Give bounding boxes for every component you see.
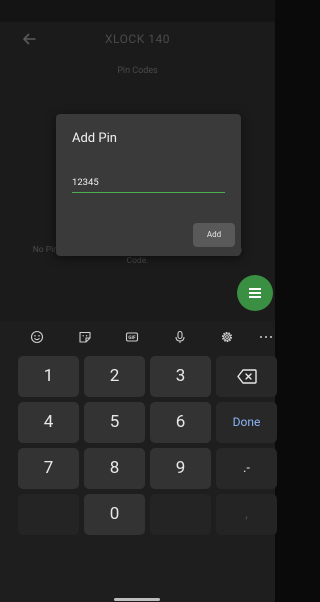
status-bar (0, 0, 275, 22)
empty-state-line: Code. (126, 256, 149, 266)
pin-input[interactable] (72, 172, 225, 193)
add-pin-fab[interactable] (237, 275, 273, 311)
key-9[interactable]: 9 (150, 448, 211, 489)
menu-icon (249, 288, 261, 298)
add-pin-dialog: Add Pin Add (56, 114, 241, 256)
sticker-icon[interactable] (78, 330, 92, 344)
done-key[interactable]: Done (216, 402, 277, 443)
key-1[interactable]: 1 (18, 356, 79, 397)
blank-key (18, 494, 79, 535)
key-6[interactable]: 6 (150, 402, 211, 443)
svg-text:GIF: GIF (128, 335, 136, 340)
emoji-icon[interactable] (30, 330, 44, 344)
minus-key[interactable]: .- (216, 448, 277, 489)
settings-icon[interactable] (220, 330, 234, 344)
comma-key[interactable]: , (216, 494, 277, 535)
backspace-key[interactable] (216, 356, 277, 397)
blank-key (150, 494, 211, 535)
navigation-handle[interactable] (114, 598, 160, 601)
top-bar: XLOCK 140 (0, 22, 275, 58)
numeric-keyboard: GIF 1 2 3 4 5 6 Done 7 8 9 .- 0 , (0, 321, 277, 602)
backspace-icon (237, 369, 257, 384)
app-screen: XLOCK 140 Pin Codes No Pin Codes added y… (0, 0, 275, 321)
key-3[interactable]: 3 (150, 356, 211, 397)
gif-icon[interactable]: GIF (125, 330, 139, 344)
key-4[interactable]: 4 (18, 402, 79, 443)
key-8[interactable]: 8 (84, 448, 145, 489)
key-0[interactable]: 0 (84, 494, 145, 535)
key-2[interactable]: 2 (84, 356, 145, 397)
key-7[interactable]: 7 (18, 448, 79, 489)
page-subtitle: Pin Codes (117, 66, 158, 76)
dialog-title: Add Pin (72, 131, 117, 146)
more-icon[interactable] (259, 330, 273, 344)
keyboard-toolbar: GIF (0, 321, 275, 353)
key-5[interactable]: 5 (84, 402, 145, 443)
app-title: XLOCK 140 (105, 32, 170, 46)
add-button[interactable]: Add (193, 223, 235, 247)
microphone-icon[interactable] (173, 330, 187, 344)
